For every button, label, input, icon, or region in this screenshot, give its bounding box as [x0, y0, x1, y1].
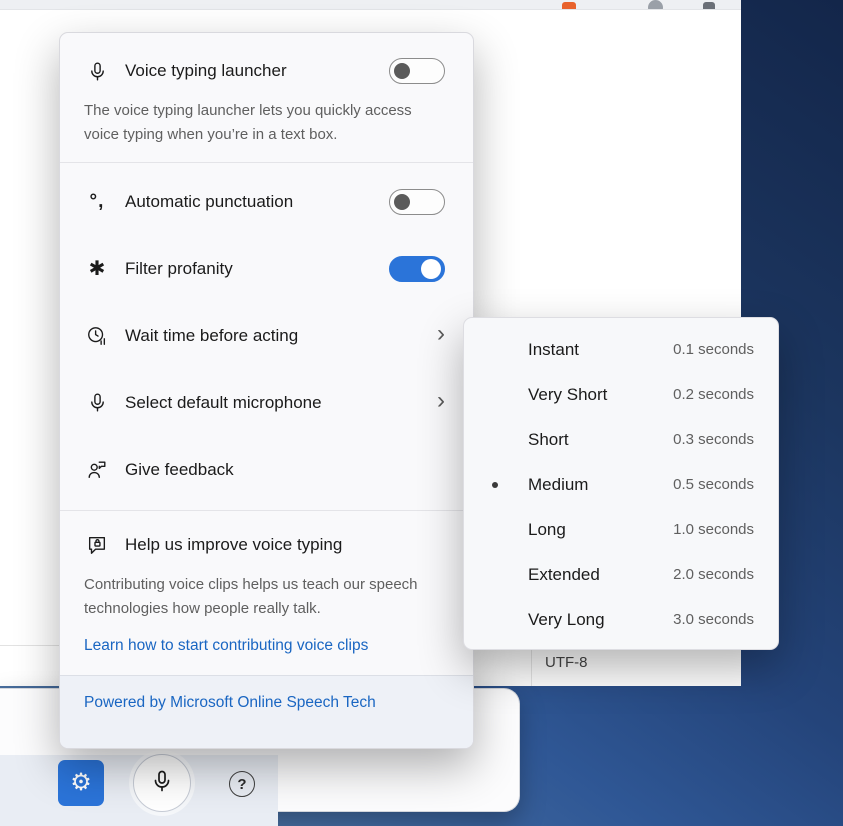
wait-option-very-short[interactable]: Very Short 0.2 seconds — [464, 372, 778, 417]
profile-avatar-icon — [648, 0, 663, 10]
menu-item-label: Give feedback — [125, 460, 445, 480]
filter-profanity-toggle[interactable] — [389, 256, 445, 282]
wait-time-clock-icon — [84, 325, 110, 347]
menu-item-wait-time[interactable]: Wait time before acting › — [84, 302, 445, 369]
asterisk-icon: ✱ — [84, 256, 110, 281]
wait-option-long[interactable]: Long 1.0 seconds — [464, 507, 778, 552]
voice-typing-launcher-toggle[interactable] — [389, 58, 445, 84]
titlebar-settings-icon — [703, 2, 715, 10]
speech-bubble-lock-icon — [84, 534, 110, 556]
option-label: Very Short — [528, 385, 673, 405]
option-label: Very Long — [528, 610, 673, 630]
launcher-section: Voice typing launcher The voice typing l… — [60, 33, 473, 162]
option-label: Short — [528, 430, 673, 450]
selected-dot-icon — [492, 482, 498, 488]
chevron-right-icon: › — [437, 322, 445, 349]
menu-item-label: Select default microphone — [125, 393, 437, 413]
menu-item-label: Help us improve voice typing — [125, 535, 445, 555]
browser-logo-icon — [562, 2, 576, 10]
option-label: Instant — [528, 340, 673, 360]
wait-option-very-long[interactable]: Very Long 3.0 seconds — [464, 597, 778, 642]
voice-settings-button[interactable]: ⚙ — [58, 760, 104, 806]
microphone-icon — [150, 769, 174, 798]
statusbar-cell-divider — [531, 646, 532, 686]
option-value: 0.5 seconds — [673, 476, 754, 493]
microphone-icon — [84, 392, 110, 413]
powered-by-section: Powered by Microsoft Online Speech Tech — [60, 675, 473, 748]
menu-items-section: °, Automatic punctuation ✱ Filter profan… — [60, 163, 473, 510]
chevron-right-icon: › — [437, 389, 445, 416]
menu-item-voice-typing-launcher[interactable]: Voice typing launcher — [84, 47, 445, 95]
option-value: 3.0 seconds — [673, 611, 754, 628]
contribute-voice-clips-link[interactable]: Learn how to start contributing voice cl… — [84, 637, 368, 655]
menu-item-select-microphone[interactable]: Select default microphone › — [84, 369, 445, 436]
wait-option-instant[interactable]: Instant 0.1 seconds — [464, 327, 778, 372]
improve-section: Help us improve voice typing Contributin… — [60, 511, 473, 674]
menu-item-label: Filter profanity — [125, 259, 389, 279]
statusbar-encoding: UTF-8 — [545, 654, 588, 671]
wait-option-short[interactable]: Short 0.3 seconds — [464, 417, 778, 462]
menu-item-filter-profanity[interactable]: ✱ Filter profanity — [84, 235, 445, 302]
powered-by-link[interactable]: Powered by Microsoft Online Speech Tech — [84, 694, 376, 712]
punctuation-icon: °, — [84, 191, 110, 213]
menu-item-label: Wait time before acting — [125, 326, 437, 346]
option-label: Medium — [528, 475, 673, 495]
automatic-punctuation-toggle[interactable] — [389, 189, 445, 215]
option-value: 0.1 seconds — [673, 341, 754, 358]
feedback-icon — [84, 459, 110, 481]
launcher-description: The voice typing launcher lets you quick… — [84, 99, 445, 146]
toggle-knob — [421, 259, 441, 279]
voice-settings-menu: Voice typing launcher The voice typing l… — [59, 32, 474, 749]
wait-time-menu: Instant 0.1 seconds Very Short 0.2 secon… — [463, 317, 779, 650]
toggle-knob — [394, 63, 410, 79]
wait-option-medium[interactable]: Medium 0.5 seconds — [464, 462, 778, 507]
option-label: Long — [528, 520, 673, 540]
option-value: 2.0 seconds — [673, 566, 754, 583]
menu-item-give-feedback[interactable]: Give feedback — [84, 436, 445, 503]
background-window-titlebar — [0, 0, 741, 10]
menu-item-label: Automatic punctuation — [125, 192, 389, 212]
wait-option-extended[interactable]: Extended 2.0 seconds — [464, 552, 778, 597]
option-value: 0.2 seconds — [673, 386, 754, 403]
improve-description: Contributing voice clips helps us teach … — [84, 573, 445, 620]
gear-icon: ⚙ — [70, 771, 92, 795]
microphone-button[interactable] — [133, 754, 191, 812]
option-value: 0.3 seconds — [673, 431, 754, 448]
option-label: Extended — [528, 565, 673, 585]
desktop: UTF-8 ⚙ ? — [0, 0, 843, 826]
option-value: 1.0 seconds — [673, 521, 754, 538]
voice-help-button[interactable]: ? — [229, 771, 255, 797]
menu-item-help-improve: Help us improve voice typing — [84, 521, 445, 569]
microphone-icon — [84, 61, 110, 82]
toggle-knob — [394, 194, 410, 210]
menu-item-label: Voice typing launcher — [125, 61, 389, 81]
menu-item-automatic-punctuation[interactable]: °, Automatic punctuation — [84, 168, 445, 235]
